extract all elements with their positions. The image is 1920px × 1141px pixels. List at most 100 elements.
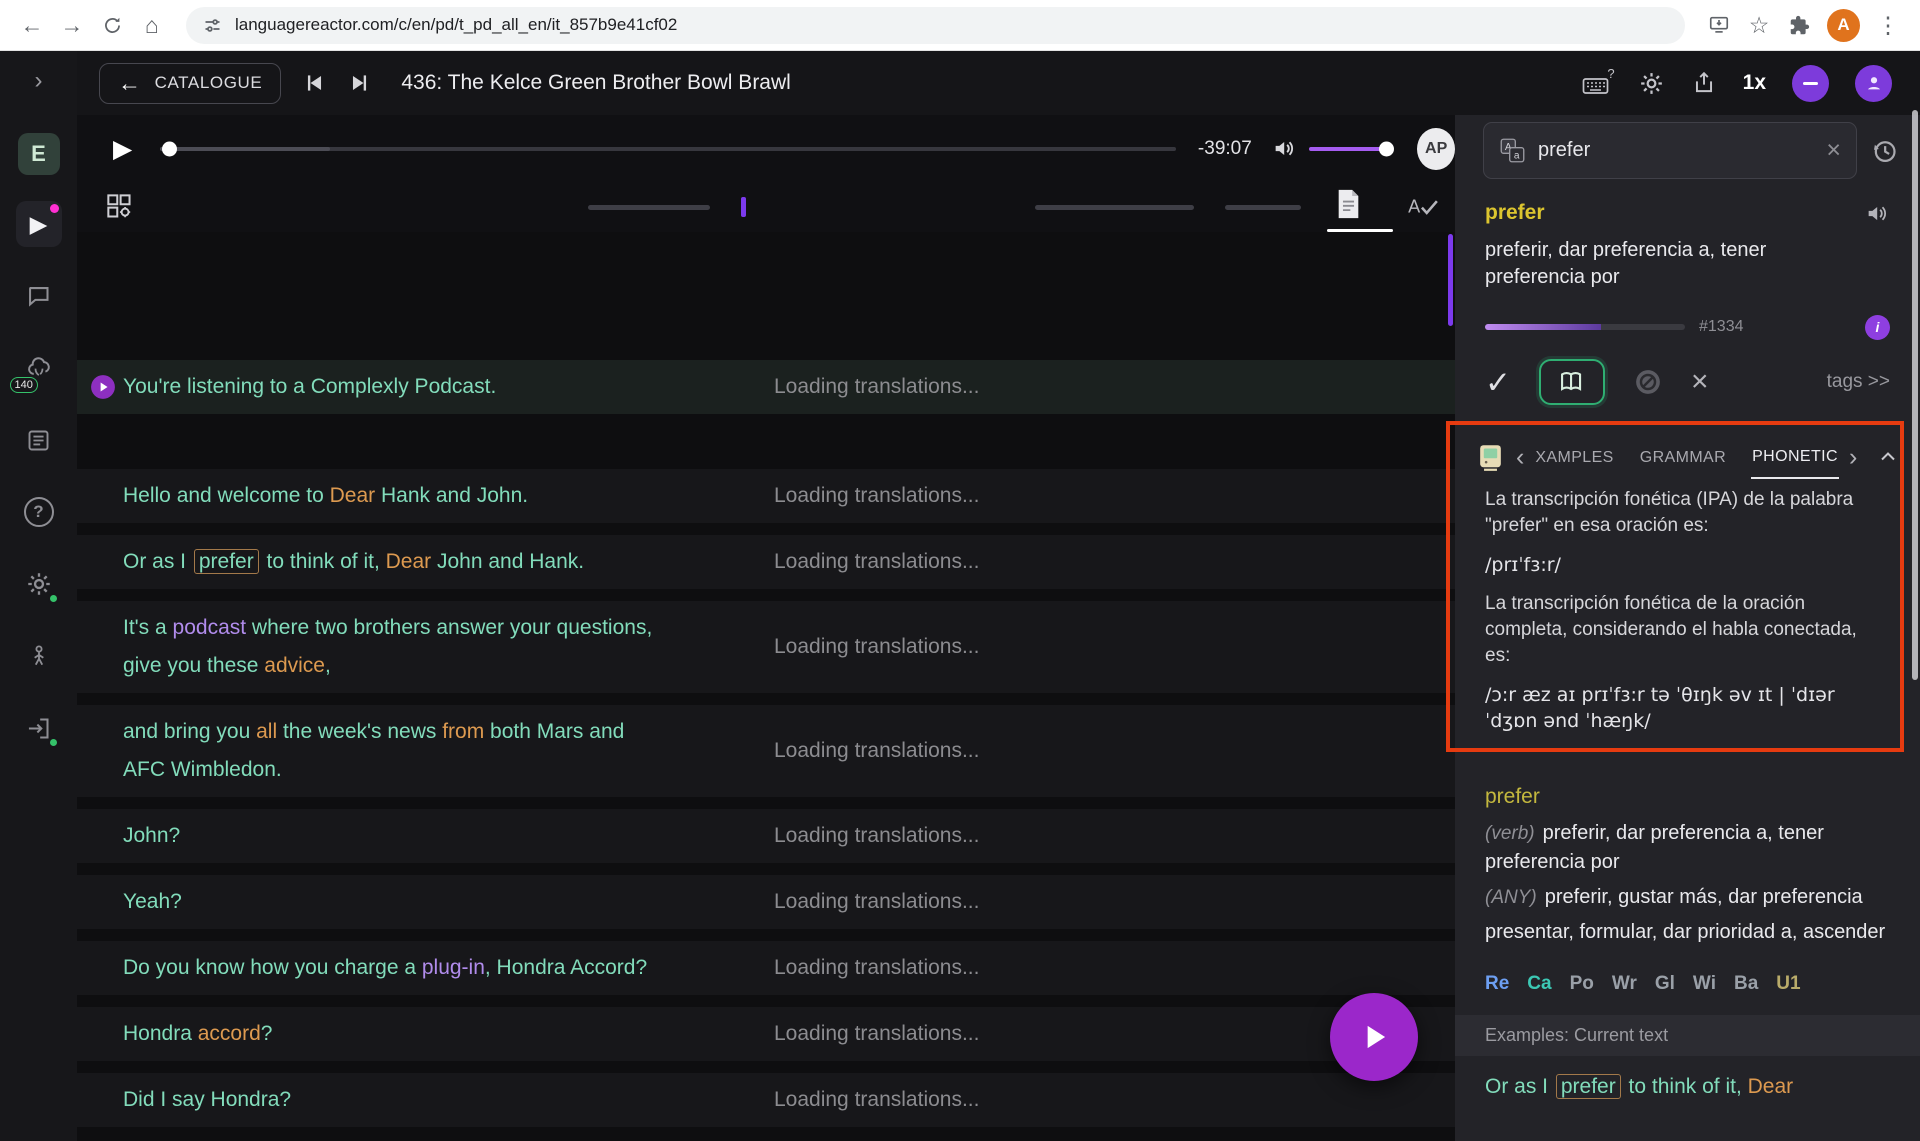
- subtitle-text[interactable]: It's a podcast where two brothers answer…: [123, 609, 723, 685]
- sidebar-item-help[interactable]: ?: [16, 489, 62, 535]
- word-segment[interactable]: accord: [198, 1022, 261, 1045]
- word-segment[interactable]: and bring you: [123, 720, 256, 743]
- word-segment[interactable]: advice: [264, 654, 325, 677]
- transcript-row[interactable]: It's a podcast where two brothers answer…: [77, 601, 1455, 693]
- word-segment[interactable]: prefer: [1556, 1074, 1621, 1099]
- account-avatar[interactable]: [1855, 65, 1892, 102]
- subtitle-text[interactable]: Hello and welcome to Dear Hank and John.: [123, 477, 723, 515]
- view-options-button[interactable]: [105, 192, 134, 226]
- transcript-row[interactable]: Hondra accord?Loading translations...: [77, 1007, 1455, 1061]
- close-word-button[interactable]: ×: [1691, 367, 1709, 397]
- bookmark-star-button[interactable]: ☆: [1739, 5, 1779, 45]
- word-segment[interactable]: to think of it,: [1623, 1075, 1748, 1098]
- word-segment[interactable]: Do you know how you charge a: [123, 956, 422, 979]
- search-box[interactable]: Aa ×: [1483, 122, 1857, 179]
- sidebar-item-review[interactable]: 140: [16, 345, 62, 391]
- volume-slider[interactable]: [1309, 147, 1391, 151]
- collapse-circle-button[interactable]: [1792, 65, 1829, 102]
- source-re[interactable]: Re: [1485, 973, 1509, 995]
- ignore-word-button[interactable]: [1633, 367, 1663, 397]
- word-segment[interactable]: John and Hank.: [431, 550, 584, 573]
- subtitle-text[interactable]: Did I say Hondra?: [123, 1081, 723, 1119]
- subtitle-text[interactable]: Or as I prefer to think of it, Dear John…: [123, 543, 723, 581]
- word-segment[interactable]: Did I say Hondra?: [123, 1088, 291, 1111]
- volume-thumb[interactable]: [1379, 141, 1394, 156]
- search-history-icon[interactable]: [1870, 137, 1898, 165]
- volume-icon[interactable]: [1272, 136, 1297, 161]
- transcript-row[interactable]: Yeah?Loading translations...: [77, 875, 1455, 929]
- tags-link[interactable]: tags >>: [1827, 371, 1890, 393]
- catalogue-button[interactable]: ← CATALOGUE: [99, 63, 281, 104]
- playback-speed[interactable]: 1x: [1743, 71, 1766, 95]
- ap-button[interactable]: AP: [1417, 128, 1455, 170]
- source-wi[interactable]: Wi: [1693, 973, 1716, 995]
- source-u1[interactable]: U1: [1776, 973, 1800, 995]
- word-segment[interactable]: Hank and John.: [375, 484, 528, 507]
- collapse-panel-button[interactable]: [1876, 445, 1900, 469]
- sidebar-item-export[interactable]: [16, 705, 62, 751]
- settings-button[interactable]: [1638, 70, 1665, 97]
- word-segment[interactable]: Hello and welcome to: [123, 484, 330, 507]
- word-segment[interactable]: Dear: [330, 484, 376, 507]
- row-play-icon[interactable]: [90, 374, 116, 400]
- omnibox[interactable]: languagereactor.com/c/en/pd/t_pd_all_en/…: [186, 7, 1685, 44]
- transcript-scrollbar[interactable]: [1448, 234, 1453, 326]
- source-gl[interactable]: Gl: [1655, 973, 1675, 995]
- next-track-button[interactable]: [347, 70, 373, 96]
- seek-slider[interactable]: [160, 147, 1176, 151]
- sidebar-item-player[interactable]: ▶: [16, 201, 62, 247]
- browser-menu-button[interactable]: ⋮: [1868, 5, 1908, 45]
- word-segment[interactable]: John?: [123, 824, 180, 847]
- word-segment[interactable]: Dear: [1748, 1075, 1794, 1098]
- transcript-view-button[interactable]: [1335, 188, 1362, 225]
- url-text[interactable]: languagereactor.com/c/en/pd/t_pd_all_en/…: [235, 15, 677, 35]
- transcript-row[interactable]: Did I say Hondra?Loading translations...: [77, 1073, 1455, 1127]
- source-po[interactable]: Po: [1570, 973, 1594, 995]
- word-segment[interactable]: Dear: [386, 550, 432, 573]
- share-button[interactable]: [1691, 70, 1717, 96]
- word-segment[interactable]: Yeah?: [123, 890, 182, 913]
- translation-toggle-button[interactable]: A: [1407, 192, 1439, 225]
- word-segment[interactable]: It's a: [123, 616, 173, 639]
- word-segment[interactable]: You're listening to a Complexly Podcast.: [123, 375, 496, 398]
- word-segment[interactable]: ,: [325, 654, 331, 677]
- word-segment[interactable]: Hondra: [123, 1022, 198, 1045]
- home-button[interactable]: ⌂: [132, 5, 172, 45]
- mark-known-button[interactable]: ✓: [1485, 367, 1511, 398]
- source-ca[interactable]: Ca: [1527, 973, 1551, 995]
- word-segment[interactable]: prefer: [194, 549, 259, 574]
- word-segment[interactable]: to think of it,: [261, 550, 386, 573]
- sidebar-item-chat[interactable]: [16, 273, 62, 319]
- prev-track-button[interactable]: [301, 70, 327, 96]
- clear-search-icon[interactable]: ×: [1826, 138, 1841, 163]
- tab-phonetic[interactable]: PHONETIC: [1751, 435, 1839, 479]
- subtitle-text[interactable]: Yeah?: [123, 883, 723, 921]
- tabs-scroll-left[interactable]: ‹: [1516, 445, 1524, 470]
- search-input[interactable]: [1538, 139, 1814, 162]
- forward-button[interactable]: →: [52, 5, 92, 45]
- subtitle-text[interactable]: and bring you all the week's news from b…: [123, 713, 723, 789]
- word-segment[interactable]: podcast: [173, 616, 247, 639]
- word-segment[interactable]: plug-in: [422, 956, 485, 979]
- word-segment[interactable]: all: [256, 720, 277, 743]
- sidebar-expand-chevron[interactable]: ›: [35, 67, 43, 95]
- transcript-row[interactable]: Or as I prefer to think of it, Dear John…: [77, 535, 1455, 589]
- player-play-button[interactable]: ▶: [113, 134, 140, 164]
- word-segment[interactable]: from: [442, 720, 484, 743]
- browser-avatar[interactable]: A: [1827, 9, 1860, 42]
- floating-play-button[interactable]: [1330, 993, 1418, 1081]
- word-segment[interactable]: ?: [261, 1022, 273, 1045]
- subtitle-text[interactable]: You're listening to a Complexly Podcast.: [123, 368, 723, 406]
- word-speaker-button[interactable]: [1865, 201, 1890, 231]
- back-button[interactable]: ←: [12, 5, 52, 45]
- sidebar-item-settings[interactable]: [16, 561, 62, 607]
- ai-assistant-icon[interactable]: [1475, 442, 1506, 473]
- window-scrollbar[interactable]: [1912, 110, 1918, 680]
- tabs-scroll-right[interactable]: ›: [1849, 445, 1857, 470]
- transcript-row[interactable]: Do you know how you charge a plug-in, Ho…: [77, 941, 1455, 995]
- subtitle-text[interactable]: Do you know how you charge a plug-in, Ho…: [123, 949, 723, 987]
- word-segment[interactable]: Or as I: [1485, 1075, 1554, 1098]
- seek-thumb[interactable]: [162, 141, 177, 156]
- tab-xamples[interactable]: XAMPLES: [1534, 436, 1614, 478]
- transcript-row[interactable]: and bring you all the week's news from b…: [77, 705, 1455, 797]
